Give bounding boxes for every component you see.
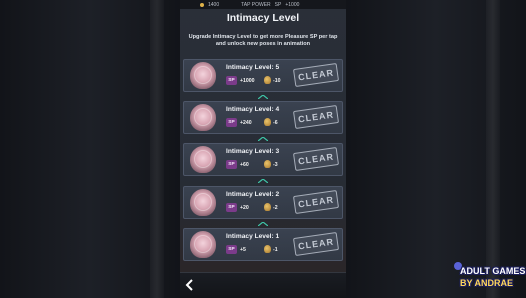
coin-icon <box>200 2 204 7</box>
status-bar: 1400 TAP POWER SP +1000 <box>180 0 346 9</box>
clear-stamp: CLEAR <box>292 63 340 87</box>
potion-icon <box>264 203 271 211</box>
level-label: Intimacy Level: 5 <box>226 64 280 71</box>
level-row[interactable]: Intimacy Level: 2 SP +20 -2 CLEAR <box>183 186 343 219</box>
game-screen: 1400 TAP POWER SP +1000 Intimacy Level U… <box>180 0 346 298</box>
sp-badge: SP <box>226 76 237 85</box>
sp-badge: SP <box>226 118 237 127</box>
level-row[interactable]: Intimacy Level: 5 SP +1000 -10 CLEAR <box>183 59 343 92</box>
level-label: Intimacy Level: 4 <box>226 106 280 113</box>
watermark-line2: BY ANDRAE <box>460 278 514 288</box>
chevron-up-icon <box>258 95 268 99</box>
sp-badge: SP <box>226 203 237 212</box>
potion-icon <box>264 245 271 253</box>
potion-icon <box>264 76 271 84</box>
screen-title: Intimacy Level <box>226 12 300 24</box>
clear-stamp: CLEAR <box>292 190 340 214</box>
left-backdrop <box>0 0 180 298</box>
level-label: Intimacy Level: 1 <box>226 233 280 240</box>
screen-description: Upgrade Intimacy Level to get more Pleas… <box>188 34 338 47</box>
level-row[interactable]: Intimacy Level: 4 SP +240 -6 CLEAR <box>183 101 343 134</box>
level-cost: -6 <box>273 120 278 126</box>
clear-stamp: CLEAR <box>292 105 340 129</box>
sp-reward: +1000 <box>240 78 255 84</box>
character-avatar <box>190 104 216 131</box>
tap-power-sp: SP <box>274 1 282 8</box>
watermark-line1: ADULT GAMES <box>460 266 526 276</box>
clear-stamp: CLEAR <box>292 232 340 256</box>
level-row[interactable]: Intimacy Level: 1 SP +5 -1 CLEAR <box>183 228 343 261</box>
tap-power-value: +1000 <box>285 1 300 8</box>
back-arrow-icon[interactable] <box>184 279 196 291</box>
level-label: Intimacy Level: 2 <box>226 191 280 198</box>
chevron-up-icon <box>258 222 268 226</box>
level-cost: -1 <box>273 247 278 253</box>
potion-icon <box>264 118 271 126</box>
level-cost: -3 <box>273 162 278 168</box>
character-avatar <box>190 146 216 173</box>
right-backdrop <box>346 0 526 298</box>
level-cost: -2 <box>273 205 278 211</box>
character-avatar <box>190 231 216 258</box>
sp-reward: +240 <box>240 120 252 126</box>
sp-badge: SP <box>226 245 237 254</box>
bottom-bar <box>180 272 346 298</box>
character-avatar <box>190 62 216 89</box>
level-cost: -10 <box>273 78 281 84</box>
tap-power-label: TAP POWER <box>241 1 271 8</box>
chevron-up-icon <box>258 137 268 141</box>
clear-stamp: CLEAR <box>292 147 340 171</box>
sp-reward: +60 <box>240 162 249 168</box>
backdrop-stripe <box>486 0 500 298</box>
currency-amount: 1400 <box>208 1 220 8</box>
level-row[interactable]: Intimacy Level: 3 SP +60 -3 CLEAR <box>183 143 343 176</box>
level-label: Intimacy Level: 3 <box>226 148 280 155</box>
backdrop-stripe <box>150 0 164 298</box>
sp-reward: +20 <box>240 205 249 211</box>
watermark-logo: ADULT GAMES BY ANDRAE <box>454 260 526 294</box>
character-avatar <box>190 189 216 216</box>
chevron-up-icon <box>258 179 268 183</box>
sp-reward: +5 <box>240 247 246 253</box>
sp-badge: SP <box>226 160 237 169</box>
potion-icon <box>264 160 271 168</box>
